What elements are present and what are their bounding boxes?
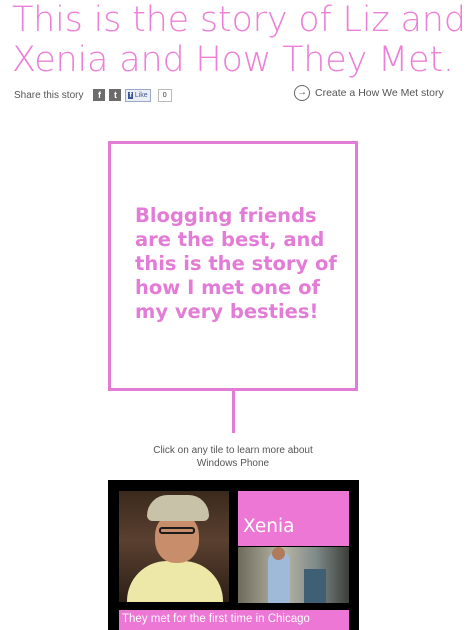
create-story-label: Create a How We Met story (315, 87, 444, 99)
like-count: 0 (157, 88, 172, 102)
connector-line (232, 391, 235, 433)
liz-photo-tile[interactable] (119, 491, 229, 602)
arrow-right-circle-icon: → (294, 85, 310, 101)
share-label: Share this story (14, 89, 84, 101)
caption-tile[interactable]: They met for the first time in Chicago (119, 610, 349, 630)
facebook-icon: f (128, 91, 133, 99)
share-bar: Share this story f t f Like 0 (14, 87, 172, 103)
quote-text: Blogging friends are the best, and this … (135, 204, 337, 323)
xenia-name-label: Xenia (243, 516, 295, 537)
create-story-link[interactable]: → Create a How We Met story (294, 85, 444, 101)
quote-tile[interactable]: Blogging friends are the best, and this … (108, 141, 358, 391)
windows-phone-hint: Click on any tile to learn more about Wi… (153, 445, 313, 469)
caption-text: They met for the first time in Chicago (122, 613, 310, 625)
story-tile-panel: Xenia They met for the first time in Chi… (108, 480, 359, 630)
xenia-name-tile[interactable]: Xenia (238, 491, 349, 546)
like-label: Like (134, 91, 148, 99)
twitter-share-icon[interactable]: t (109, 89, 122, 101)
facebook-like-button[interactable]: f Like (125, 88, 151, 102)
facebook-share-icon[interactable]: f (93, 89, 106, 101)
story-title: This is the story of Liz and Xenia and H… (12, 0, 466, 80)
xenia-photo-tile[interactable] (238, 547, 349, 603)
